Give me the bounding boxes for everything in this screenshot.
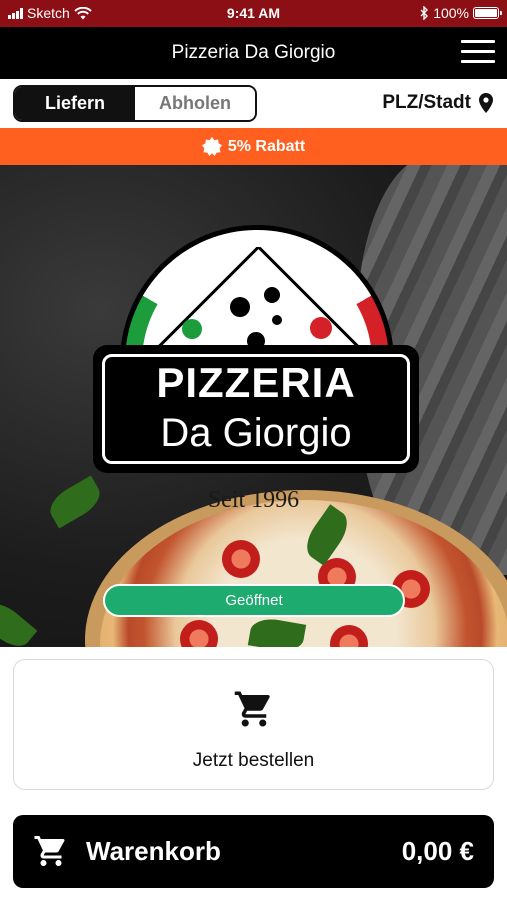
battery-icon xyxy=(473,7,502,19)
cart-icon xyxy=(34,836,65,866)
location-selector[interactable]: PLZ/Stadt xyxy=(382,92,493,114)
location-pin-icon xyxy=(479,93,493,113)
battery-percent: 100% xyxy=(433,5,469,21)
app-header: Pizzeria Da Giorgio xyxy=(0,27,507,79)
bluetooth-icon xyxy=(420,6,429,20)
cart-label: Warenkorb xyxy=(86,836,221,866)
mode-option-liefern[interactable]: Liefern xyxy=(15,87,135,120)
tomato-graphic xyxy=(222,540,260,578)
status-bar: Sketch 9:41 AM 100% xyxy=(0,0,507,27)
order-now-label: Jetzt bestellen xyxy=(192,750,315,771)
order-mode-toggle: Liefern Abholen xyxy=(13,85,257,122)
logo-subtitle: Da Giorgio xyxy=(160,411,352,455)
open-status-badge[interactable]: Geöffnet xyxy=(103,584,405,617)
logo-nameplate: PIZZERIA Da Giorgio xyxy=(93,345,419,473)
order-now-card[interactable]: Jetzt bestellen xyxy=(13,659,494,790)
logo-title: PIZZERIA xyxy=(156,359,356,406)
since-label: Seit 1996 xyxy=(207,487,300,513)
promo-text: 5% Rabatt xyxy=(227,137,306,155)
mode-option-abholen[interactable]: Abholen xyxy=(135,87,255,120)
cart-icon xyxy=(234,691,270,727)
menu-icon[interactable] xyxy=(461,40,495,66)
cart-button[interactable]: Warenkorb 0,00 € xyxy=(13,815,494,888)
location-label: PLZ/Stadt xyxy=(382,92,471,113)
cart-total: 0,00 € xyxy=(401,836,474,866)
basil-graphic xyxy=(0,596,38,647)
promo-banner: 5% Rabatt xyxy=(0,128,507,165)
page-title: Pizzeria Da Giorgio xyxy=(171,42,336,63)
status-right: 100% xyxy=(420,5,502,21)
hero-banner: PIZZERIA Da Giorgio Seit 1996 Geöffnet xyxy=(0,165,507,647)
badge-icon xyxy=(201,136,222,156)
